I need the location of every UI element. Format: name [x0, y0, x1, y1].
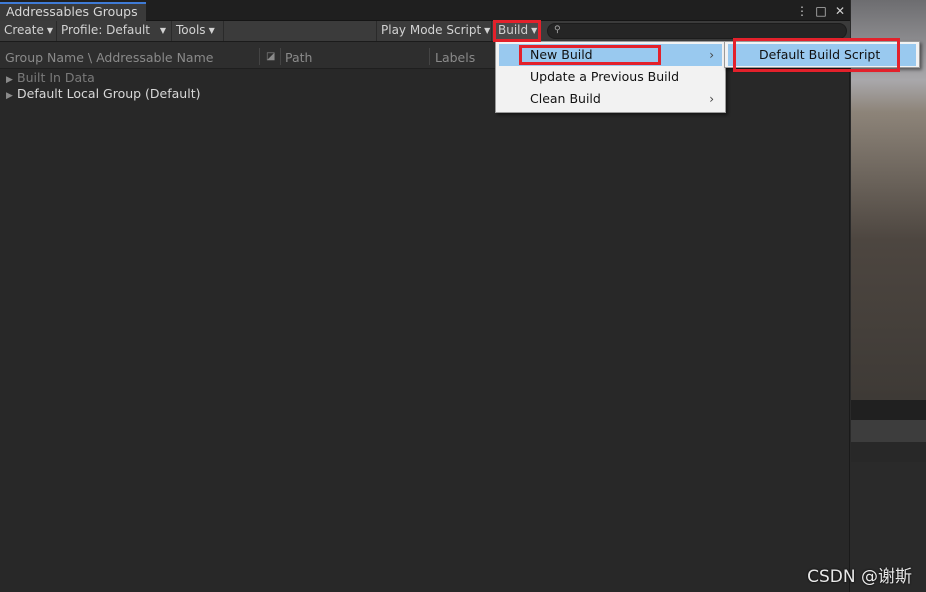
build-dropdown[interactable]: Build ▼ [494, 21, 540, 41]
tab-title: Addressables Groups [6, 4, 138, 19]
panel-toolbar [851, 420, 926, 442]
chevron-right-icon: › [709, 48, 714, 62]
search-icon: ⚲ [554, 25, 561, 35]
tools-dropdown[interactable]: Tools ▼ [172, 21, 224, 41]
create-dropdown[interactable]: Create ▼ [0, 21, 57, 41]
create-label: Create [4, 23, 44, 37]
column-group-name[interactable]: Group Name \ Addressable Name [5, 50, 213, 65]
panel-divider [851, 400, 926, 420]
window-controls: ⋮ □ ✕ [796, 3, 846, 19]
chevron-down-icon: ▼ [531, 26, 538, 35]
tree-item-built-in-data[interactable]: ▶ Built In Data [6, 70, 95, 86]
tree-item-label: Default Local Group (Default) [17, 86, 201, 101]
column-divider[interactable] [280, 48, 281, 65]
menu-item-update-previous-build[interactable]: Update a Previous Build [499, 66, 722, 88]
expand-arrow-icon[interactable]: ▶ [6, 75, 17, 85]
menu-item-label: Default Build Script [759, 47, 881, 62]
panel-divider [851, 442, 926, 462]
build-label: Build [498, 23, 529, 37]
menu-item-label: New Build [530, 47, 593, 62]
tab-addressables-groups[interactable]: Addressables Groups [0, 2, 146, 21]
maximize-icon[interactable]: □ [815, 5, 827, 17]
column-divider[interactable] [259, 48, 260, 65]
profile-dropdown[interactable]: Profile: Default ▼ [57, 21, 172, 41]
more-options-icon[interactable]: ⋮ [796, 5, 808, 17]
chevron-down-icon: ▼ [484, 26, 491, 35]
menu-item-new-build[interactable]: New Build › [499, 44, 722, 66]
new-build-submenu: Default Build Script [724, 41, 920, 68]
tab-bar: Addressables Groups ⋮ □ ✕ [0, 0, 850, 21]
build-menu: New Build › Update a Previous Build Clea… [495, 41, 726, 113]
column-divider[interactable] [429, 48, 430, 65]
chevron-down-icon: ▼ [46, 26, 54, 35]
chevron-down-icon: ▼ [208, 26, 215, 35]
chevron-down-icon: ▼ [159, 26, 166, 35]
column-labels[interactable]: Labels [435, 50, 475, 65]
search-input[interactable]: ⚲ [547, 23, 847, 39]
menu-item-label: Clean Build [530, 91, 601, 106]
play-mode-script-dropdown[interactable]: Play Mode Script ▼ [376, 21, 492, 41]
column-path[interactable]: Path [285, 50, 312, 65]
toolbar: Create ▼ Profile: Default ▼ Tools ▼ Play Mo… [0, 21, 850, 42]
tools-label: Tools [176, 23, 206, 37]
menu-item-clean-build[interactable]: Clean Build › [499, 88, 722, 110]
tree-item-default-local-group[interactable]: ▶ Default Local Group (Default) [6, 86, 200, 102]
chevron-right-icon: › [709, 92, 714, 106]
tree-item-label: Built In Data [17, 70, 95, 85]
sort-icon[interactable]: ◪ [266, 51, 275, 62]
close-icon[interactable]: ✕ [834, 5, 846, 17]
menu-item-default-build-script[interactable]: Default Build Script [728, 44, 916, 66]
profile-label: Profile: Default [61, 23, 151, 37]
menu-item-label: Update a Previous Build [530, 69, 680, 84]
play-mode-label: Play Mode Script [381, 23, 482, 37]
expand-arrow-icon[interactable]: ▶ [6, 91, 17, 101]
watermark: CSDN @谢斯 [807, 567, 912, 587]
